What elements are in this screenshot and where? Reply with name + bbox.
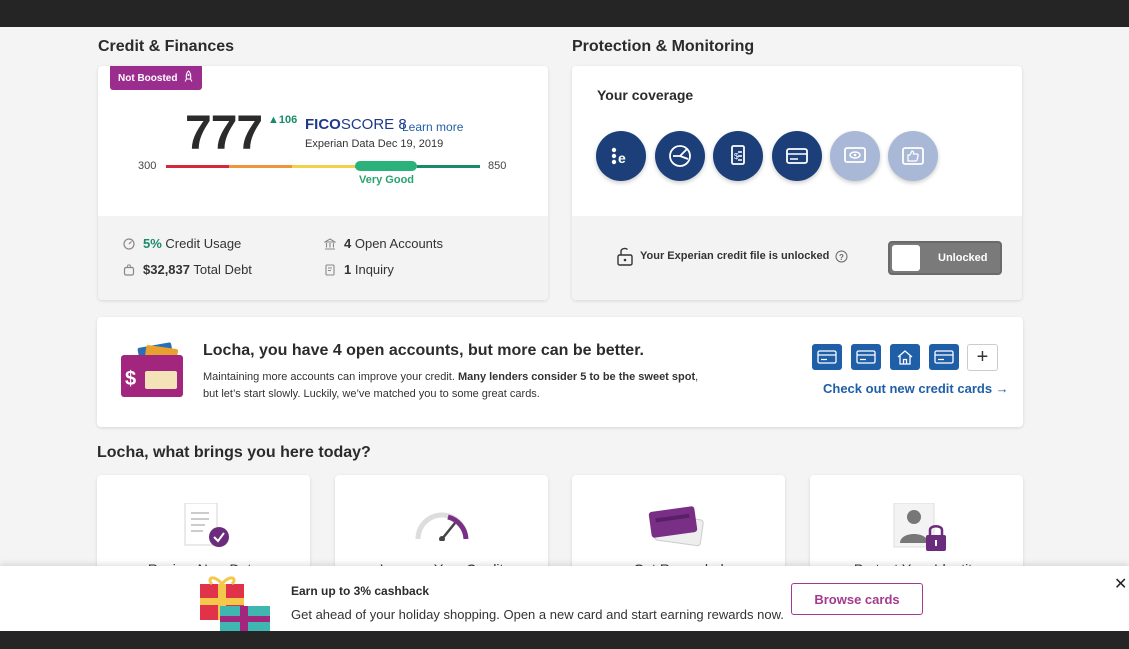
open-accounts-banner: $ Locha, you have 4 open accounts, but m… [97,317,1023,427]
total-debt-value: $32,837 [143,262,190,277]
review-new-data-card[interactable]: Review New Data [97,475,310,575]
open-accounts-label: Open Accounts [354,236,444,251]
bottom-bar [0,631,1129,649]
credit-stats: 5% Credit Usage $32,837 Total Debt 4 Ope… [98,216,548,300]
toggle-label: Unlocked [938,252,988,264]
coverage-title: Your coverage [597,87,694,103]
banner-text-a: Maintaining more accounts can improve yo… [203,371,458,383]
toggle-knob [892,245,920,271]
svg-text:$: $ [125,368,136,390]
promo-title: Earn up to 3% cashback [291,584,430,598]
score-range-marker [355,161,417,171]
inquiry-stat[interactable]: 1 Inquiry [323,262,394,277]
card-icon-1 [812,344,842,370]
credit-score-card: Not Boosted 777 ▲106 FICOSCORE 8 Learn m… [98,66,548,300]
get-rewarded-card[interactable]: Get Rewarded [572,475,785,575]
credit-usage-value: 5% [143,236,162,251]
user-lock-icon [892,502,950,560]
experian-data-date: Experian Data Dec 19, 2019 [305,138,444,150]
credit-cards-icon [646,505,708,552]
lock-toggle[interactable]: Unlocked [888,241,1002,275]
fico-brand: FICO [305,116,341,133]
range-bar-poor [166,165,229,168]
total-debt-stat[interactable]: $32,837 Total Debt [122,262,252,277]
improve-credit-card[interactable]: Improve Your Credit [335,475,548,575]
open-accounts-value: 4 [344,236,352,251]
banner-text: Maintaining more accounts can improve yo… [203,369,723,403]
protection-section-title: Protection & Monitoring [572,38,755,55]
search-document-icon [323,263,336,276]
total-debt-label: Total Debt [193,262,252,277]
credit-score: 777 [185,107,263,160]
bank-icon [323,237,336,250]
learn-more-link[interactable]: Learn more [402,120,463,134]
lock-status-text: Your Experian credit file is unlocked [640,250,830,262]
badge-label: Not Boosted [118,72,178,84]
svg-text:e: e [618,150,626,166]
credit-usage-label: Credit Usage [165,236,242,251]
rocket-icon [183,70,194,86]
card-icon-3 [929,344,959,370]
inquiry-value: 1 [344,262,352,277]
monitor-eye-icon[interactable] [830,131,880,181]
browse-cards-button[interactable]: Browse cards [791,583,923,615]
not-boosted-badge[interactable]: Not Boosted [110,66,203,90]
banner-text-bold: Many lenders consider 5 to be the sweet … [457,371,696,383]
protection-card: Your coverage e $ Your Experian credit f… [572,66,1022,300]
radar-icon[interactable] [655,131,705,181]
help-icon[interactable]: ? [835,250,848,263]
fico-logo: FICOSCORE 8 [305,116,407,133]
check-credit-cards-link[interactable]: Check out new credit cards → [823,381,1009,396]
score-rating: Very Good [359,174,415,186]
banner-title: Locha, you have 4 open accounts, but mor… [203,342,644,359]
wallet-illustration-icon: $ [119,341,185,404]
range-min: 300 [138,160,157,172]
experian-e-icon[interactable]: e [596,131,646,181]
unlock-icon [616,246,634,266]
range-bar-exceptional [417,165,480,168]
cashback-promo-bar: Earn up to 3% cashback Get ahead of your… [0,566,1129,632]
inquiry-label: Inquiry [354,262,394,277]
range-max: 850 [488,160,507,172]
gauge-icon [122,237,135,250]
lock-status: Your Experian credit file is unlocked ? [616,246,848,266]
fico-score-version: SCORE 8 [340,116,407,133]
what-brings-you-heading: Locha, what brings you here today? [97,444,371,461]
credit-card-icon[interactable] [772,131,822,181]
protect-identity-card[interactable]: Protect Your Identity [810,475,1023,575]
credit-section-title: Credit & Finances [98,38,235,55]
speedometer-icon [415,511,469,546]
svg-text:?: ? [839,253,844,262]
card-icon-2 [851,344,881,370]
banner-text-c: but let’s start slowly. Luckily, we’ve m… [203,388,540,400]
score-change: ▲106 [268,114,298,126]
thumbs-up-icon[interactable] [888,131,938,181]
checklist-icon [183,502,231,556]
banner-text-b: , [695,371,699,383]
close-icon[interactable]: ✕ [1114,574,1127,594]
home-icon [890,344,920,370]
top-bar [0,0,1129,27]
gift-boxes-icon [196,572,274,637]
money-bag-icon [122,263,135,276]
range-bar-fair [229,165,292,168]
promo-text: Get ahead of your holiday shopping. Open… [291,607,784,622]
document-icon[interactable]: $ [713,131,763,181]
score-change-value: 106 [278,114,298,126]
add-account-icon: + [967,344,998,371]
open-accounts-stat[interactable]: 4 Open Accounts [323,236,443,251]
credit-usage-stat[interactable]: 5% Credit Usage [122,236,241,251]
range-bar-good [292,165,355,168]
